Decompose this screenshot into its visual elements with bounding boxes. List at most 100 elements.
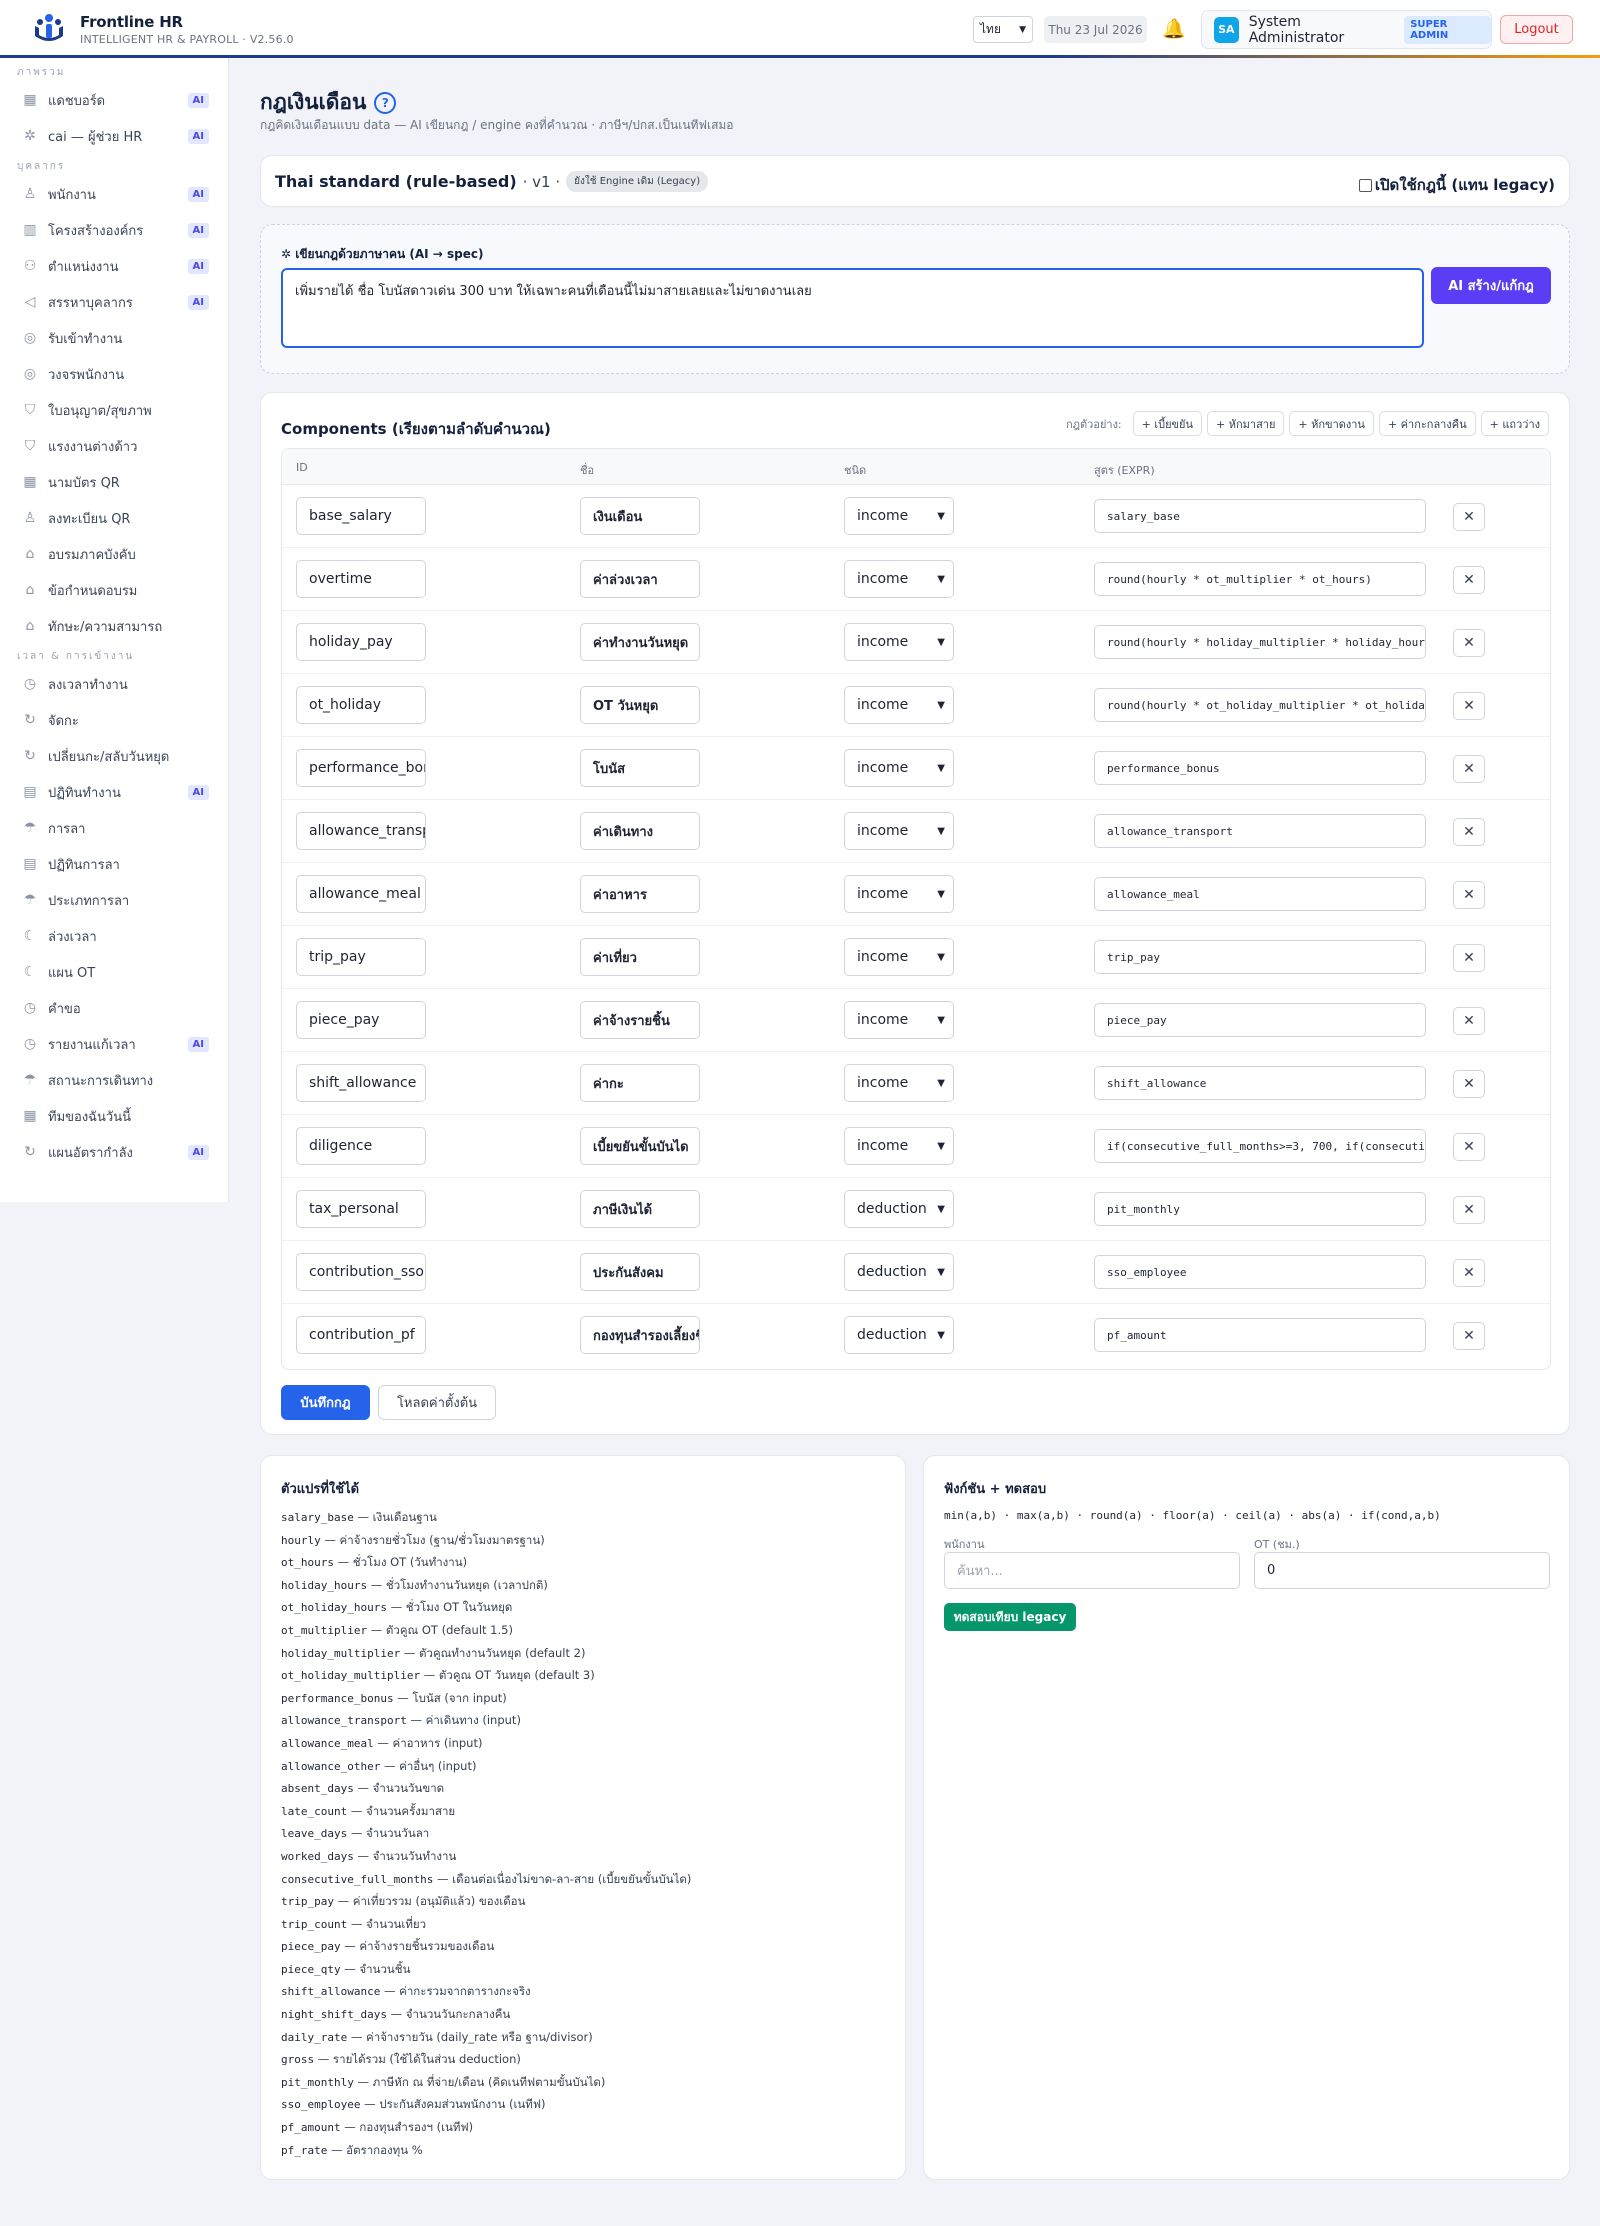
component-expr-input[interactable]: pf_amount (1094, 1318, 1426, 1352)
component-id-input[interactable]: contribution_pf (296, 1316, 426, 1354)
sidebar-item[interactable]: ♙ ลงทะเบียน QR (0, 500, 228, 536)
sidebar-item[interactable]: ▤ ปฏิทินการลา (0, 846, 228, 882)
component-type-select[interactable]: income ▼ (844, 1001, 954, 1039)
example-rule-chip[interactable]: + ค่ากะกลางคืน (1378, 411, 1476, 436)
bell-icon[interactable]: 🔔 (1162, 17, 1186, 40)
sidebar-item[interactable]: ⛉ ใบอนุญาต/สุขภาพ (0, 392, 228, 428)
component-expr-input[interactable]: allowance_meal (1094, 877, 1426, 911)
component-id-input[interactable]: ot_holiday (296, 686, 426, 724)
help-icon[interactable]: ? (374, 91, 397, 114)
component-id-input[interactable]: diligence (296, 1127, 426, 1165)
delete-row-button[interactable]: ✕ (1453, 503, 1485, 531)
component-id-input[interactable]: allowance_transport (296, 812, 426, 850)
component-name-input[interactable]: ประกันสังคม (580, 1253, 700, 1291)
component-id-input[interactable]: allowance_meal (296, 875, 426, 913)
example-rule-chip[interactable]: + หักขาดงาน (1289, 411, 1374, 436)
sidebar-item[interactable]: ⌂ ทักษะ/ความสามารถ (0, 608, 228, 644)
sidebar-item[interactable]: ▦ นามบัตร QR (0, 464, 228, 500)
component-expr-input[interactable]: if(consecutive_full_months>=3, 700, if(c… (1094, 1129, 1426, 1163)
component-name-input[interactable]: เบี้ยขยันขั้นบันได (580, 1127, 700, 1165)
component-id-input[interactable]: holiday_pay (296, 623, 426, 661)
sidebar-item[interactable]: ⚇ ตำแหน่งงาน AI (0, 248, 228, 284)
component-id-input[interactable]: overtime (296, 560, 426, 598)
component-type-select[interactable]: income ▼ (844, 1064, 954, 1102)
sidebar-item[interactable]: ☂ การลา (0, 810, 228, 846)
sidebar-item[interactable]: ◷ ลงเวลาทำงาน (0, 666, 228, 702)
component-name-input[interactable]: เงินเดือน (580, 497, 700, 535)
component-type-select[interactable]: income ▼ (844, 497, 954, 535)
sidebar-item[interactable]: ☾ ล่วงเวลา (0, 918, 228, 954)
example-rule-chip[interactable]: + เบี้ยขยัน (1132, 411, 1203, 436)
user-menu[interactable]: SA System Administrator SUPER ADMIN (1201, 10, 1492, 49)
logout-button[interactable]: Logout (1500, 15, 1573, 44)
component-name-input[interactable]: ค่ากะ (580, 1064, 700, 1102)
sidebar-item[interactable]: ☂ สถานะการเดินทาง (0, 1062, 228, 1098)
sidebar-item[interactable]: ↻ จัดกะ (0, 702, 228, 738)
component-name-input[interactable]: กองทุนสำรองเลี้ยงชีพ (580, 1316, 700, 1354)
component-type-select[interactable]: income ▼ (844, 686, 954, 724)
component-expr-input[interactable]: piece_pay (1094, 1003, 1426, 1037)
component-type-select[interactable]: income ▼ (844, 749, 954, 787)
delete-row-button[interactable]: ✕ (1453, 1322, 1485, 1350)
component-name-input[interactable]: ค่าเดินทาง (580, 812, 700, 850)
test-legacy-button[interactable]: ทดสอบเทียบ legacy (944, 1603, 1076, 1631)
spec-textarea[interactable]: เพิ่มรายได้ ชื่อ โบนัสดาวเด่น 300 บาท ให… (281, 268, 1424, 348)
sidebar-item[interactable]: ✲ cai — ผู้ช่วย HR AI (0, 118, 228, 154)
sidebar-item[interactable]: ⌂ อบรมภาคบังคับ (0, 536, 228, 572)
delete-row-button[interactable]: ✕ (1453, 1133, 1485, 1161)
sidebar-item[interactable]: ▥ โครงสร้างองค์กร AI (0, 212, 228, 248)
example-rule-chip[interactable]: + หักมาสาย (1207, 411, 1285, 436)
component-name-input[interactable]: ค่าทำงานวันหยุด (580, 623, 700, 661)
component-expr-input[interactable]: performance_bonus (1094, 751, 1426, 785)
component-expr-input[interactable]: shift_allowance (1094, 1066, 1426, 1100)
sidebar-item[interactable]: ♙ พนักงาน AI (0, 176, 228, 212)
sidebar-item[interactable]: ↻ แผนอัตรากำลัง AI (0, 1134, 228, 1170)
reload-defaults-button[interactable]: โหลดค่าตั้งต้น (378, 1385, 496, 1420)
sidebar-item[interactable]: ⌂ ข้อกำหนดอบรม (0, 572, 228, 608)
component-type-select[interactable]: deduction ▼ (844, 1316, 954, 1354)
delete-row-button[interactable]: ✕ (1453, 1007, 1485, 1035)
component-type-select[interactable]: income ▼ (844, 938, 954, 976)
checkbox[interactable] (1358, 178, 1372, 192)
component-expr-input[interactable]: salary_base (1094, 499, 1426, 533)
component-type-select[interactable]: income ▼ (844, 1127, 954, 1165)
component-name-input[interactable]: ค่าจ้างรายชิ้น (580, 1001, 700, 1039)
delete-row-button[interactable]: ✕ (1453, 881, 1485, 909)
component-type-select[interactable]: income ▼ (844, 812, 954, 850)
sidebar-item[interactable]: ◎ วงจรพนักงาน (0, 356, 228, 392)
delete-row-button[interactable]: ✕ (1453, 629, 1485, 657)
component-type-select[interactable]: income ▼ (844, 560, 954, 598)
component-type-select[interactable]: deduction ▼ (844, 1190, 954, 1228)
sidebar-item[interactable]: ◁ สรรหาบุคลากร AI (0, 284, 228, 320)
save-rules-button[interactable]: บันทึกกฎ (281, 1385, 370, 1420)
delete-row-button[interactable]: ✕ (1453, 755, 1485, 783)
brand[interactable]: Frontline HR INTELLIGENT HR & PAYROLL · … (32, 12, 294, 46)
delete-row-button[interactable]: ✕ (1453, 1259, 1485, 1287)
component-name-input[interactable]: ค่าอาหาร (580, 875, 700, 913)
component-expr-input[interactable]: round(hourly * ot_multiplier * ot_hours) (1094, 562, 1426, 596)
component-type-select[interactable]: income ▼ (844, 875, 954, 913)
ai-generate-button[interactable]: AI สร้าง/แก้กฎ (1431, 267, 1551, 304)
component-id-input[interactable]: shift_allowance (296, 1064, 426, 1102)
sidebar-item[interactable]: ◷ คำขอ (0, 990, 228, 1026)
component-expr-input[interactable]: sso_employee (1094, 1255, 1426, 1289)
component-id-input[interactable]: base_salary (296, 497, 426, 535)
component-type-select[interactable]: income ▼ (844, 623, 954, 661)
component-expr-input[interactable]: trip_pay (1094, 940, 1426, 974)
sidebar-item[interactable]: ◎ รับเข้าทำงาน (0, 320, 228, 356)
employee-search-input[interactable]: ค้นหา... (944, 1552, 1240, 1589)
component-expr-input[interactable]: pit_monthly (1094, 1192, 1426, 1226)
sidebar-item[interactable]: ▦ แดชบอร์ด AI (0, 82, 228, 118)
delete-row-button[interactable]: ✕ (1453, 1196, 1485, 1224)
sidebar-item[interactable]: ☂ ประเภทการลา (0, 882, 228, 918)
sidebar-item[interactable]: ▦ ทีมของฉันวันนี้ (0, 1098, 228, 1134)
component-name-input[interactable]: OT วันหยุด (580, 686, 700, 724)
component-name-input[interactable]: ค่าเที่ยว (580, 938, 700, 976)
component-expr-input[interactable]: allowance_transport (1094, 814, 1426, 848)
component-expr-input[interactable]: round(hourly * holiday_multiplier * holi… (1094, 625, 1426, 659)
delete-row-button[interactable]: ✕ (1453, 1070, 1485, 1098)
component-name-input[interactable]: โบนัส (580, 749, 700, 787)
component-id-input[interactable]: contribution_sso (296, 1253, 426, 1291)
delete-row-button[interactable]: ✕ (1453, 692, 1485, 720)
sidebar-item[interactable]: ⛉ แรงงานต่างด้าว (0, 428, 228, 464)
